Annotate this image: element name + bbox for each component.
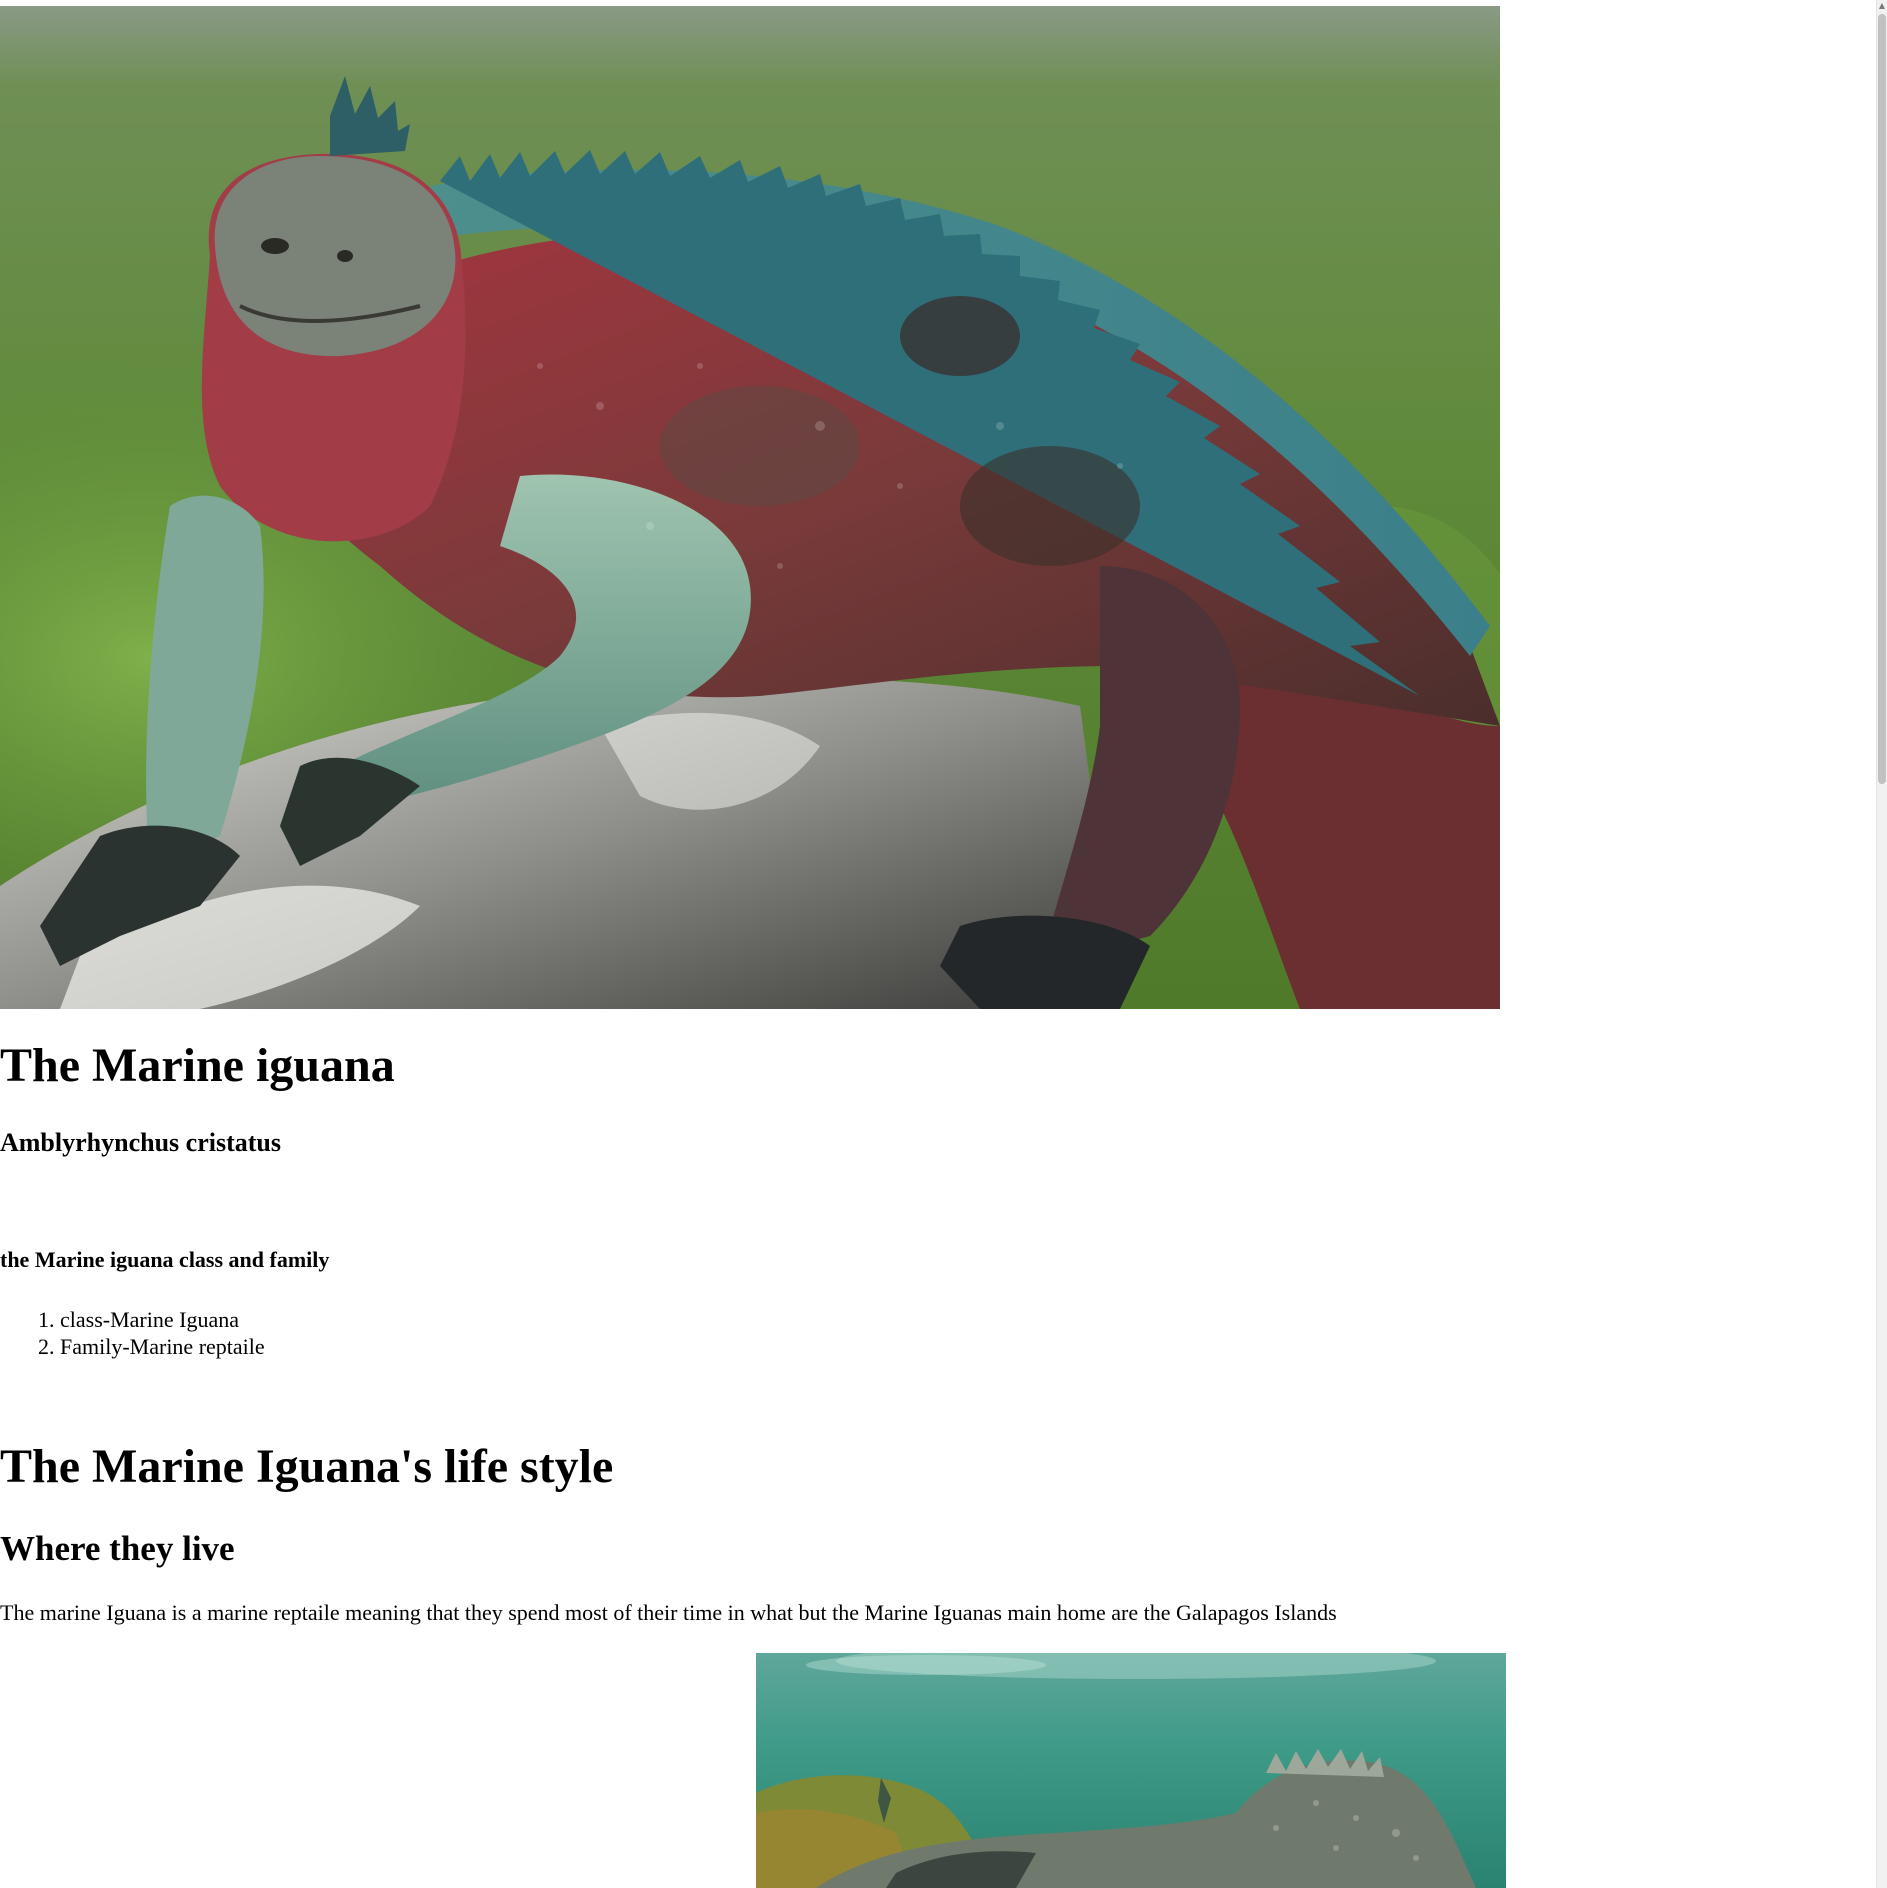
vertical-scrollbar[interactable]: ▲ bbox=[1876, 0, 1887, 1888]
life-style-heading: The Marine Iguana's life style bbox=[0, 1440, 614, 1493]
page: The Marine iguana Amblyrhynchus cristatu… bbox=[0, 0, 1877, 1888]
underwater-iguana-image bbox=[756, 1653, 1506, 1888]
scientific-name: Amblyrhynchus cristatus bbox=[0, 1128, 281, 1157]
classification-list: class-Marine Iguana Family-Marine reptai… bbox=[0, 1306, 265, 1360]
where-they-live-text: The marine Iguana is a marine reptaile m… bbox=[0, 1600, 1337, 1625]
hero-iguana-image bbox=[0, 6, 1500, 1009]
classification-heading: the Marine iguana class and family bbox=[0, 1247, 330, 1272]
scroll-up-arrow-icon[interactable]: ▲ bbox=[1878, 0, 1886, 12]
where-they-live-heading: Where they live bbox=[0, 1529, 235, 1568]
list-item: Family-Marine reptaile bbox=[60, 1333, 265, 1360]
list-item: class-Marine Iguana bbox=[60, 1306, 265, 1333]
scrollbar-thumb[interactable] bbox=[1878, 14, 1886, 784]
page-title: The Marine iguana bbox=[0, 1039, 395, 1092]
